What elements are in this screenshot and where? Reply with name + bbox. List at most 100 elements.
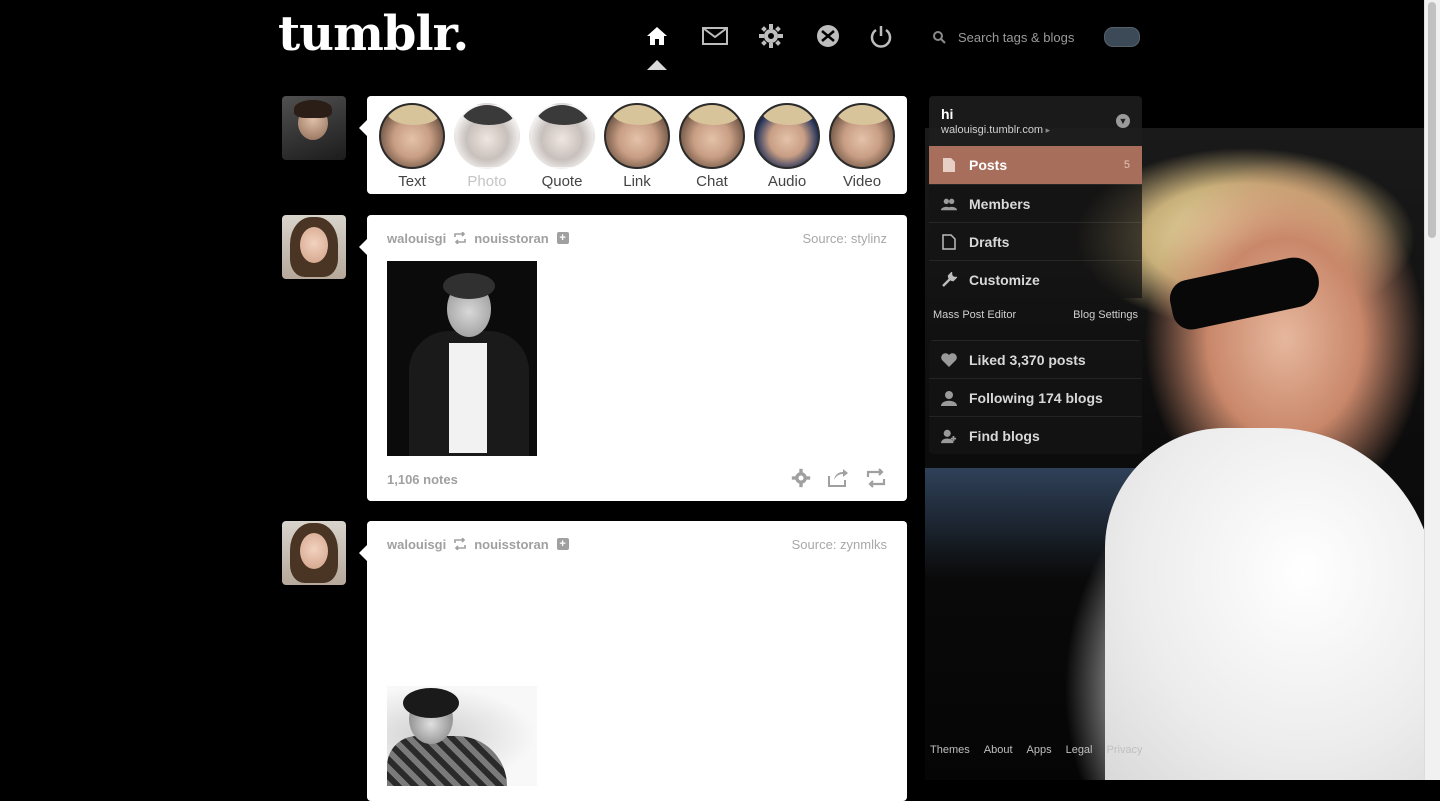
- follow-plus-icon[interactable]: +: [556, 538, 569, 550]
- active-nav-caret: [647, 60, 667, 70]
- sidebar-item-following[interactable]: Following 174 blogs: [929, 378, 1142, 416]
- post-settings-gear-icon[interactable]: [791, 468, 811, 491]
- footer-link-privacy[interactable]: Privacy: [1107, 744, 1143, 756]
- quote-type-icon: [529, 103, 595, 169]
- scrollbar-thumb[interactable]: [1428, 2, 1436, 238]
- post-type-label: Video: [842, 173, 882, 190]
- photo-figure-hair: [443, 273, 495, 299]
- footer-link-legal[interactable]: Legal: [1066, 744, 1093, 756]
- post-type-link[interactable]: Link: [602, 96, 672, 194]
- sidebar-item-drafts[interactable]: Drafts: [929, 222, 1142, 260]
- blog-name: hi: [941, 106, 954, 122]
- search-icon: [933, 31, 946, 44]
- post-type-video[interactable]: Video: [827, 96, 897, 194]
- post-type-label: Link: [623, 173, 651, 190]
- sidebar-item-customize[interactable]: Customize: [929, 260, 1142, 298]
- search-input[interactable]: [956, 28, 1110, 46]
- post-type-chat[interactable]: Chat: [677, 96, 747, 194]
- post-header: walouisgi nouisstoran + Source: stylinz: [387, 215, 887, 261]
- footer-link-apps[interactable]: Apps: [1027, 744, 1052, 756]
- share-icon[interactable]: [827, 468, 849, 491]
- footer-link-themes[interactable]: Themes: [930, 744, 970, 756]
- photo-figure-hair: [403, 688, 459, 718]
- account-links: Liked 3,370 posts Following 174 blogs Fi…: [929, 340, 1142, 454]
- post-photo[interactable]: [387, 261, 537, 456]
- post-type-text[interactable]: Text: [377, 96, 447, 194]
- sidebar-item-find-blogs[interactable]: Find blogs: [929, 416, 1142, 454]
- post-author-link[interactable]: walouisgi: [387, 537, 446, 552]
- photo-figure-body: [387, 736, 507, 786]
- post-type-label: Quote: [541, 173, 583, 190]
- post-type-label: Audio: [767, 173, 807, 190]
- post-type-photo[interactable]: Photo: [452, 96, 522, 194]
- post-type-quote[interactable]: Quote: [527, 96, 597, 194]
- chat-type-icon: [679, 103, 745, 169]
- document-icon: [941, 157, 957, 173]
- audio-type-icon: [754, 103, 820, 169]
- blog-settings-link[interactable]: Blog Settings: [1073, 309, 1138, 321]
- post-type-audio[interactable]: Audio: [752, 96, 822, 194]
- heart-icon: [941, 352, 957, 368]
- post-type-selector: Text Photo Quote Link Chat Audio Video: [359, 96, 907, 194]
- footer-link-about[interactable]: About: [984, 744, 1013, 756]
- text-type-icon: [379, 103, 445, 169]
- post-controls: [791, 467, 887, 491]
- wrench-icon: [941, 271, 957, 288]
- sidebar-item-members[interactable]: Members: [929, 184, 1142, 222]
- photo-figure-shirt: [449, 343, 487, 453]
- background-shirt: [1105, 428, 1425, 780]
- post-source-link[interactable]: Source: zynmlks: [792, 537, 887, 552]
- post-author-link[interactable]: walouisgi: [387, 231, 446, 246]
- chevron-down-icon[interactable]: ▼: [1116, 114, 1130, 128]
- settings-gear-icon[interactable]: [757, 22, 785, 50]
- logout-power-icon[interactable]: [867, 22, 895, 50]
- blog-header[interactable]: hi walouisgi.tumblr.com ▼: [929, 96, 1142, 146]
- post-card: walouisgi nouisstoran + Source: stylinz …: [359, 215, 907, 501]
- post-photo[interactable]: [387, 686, 537, 786]
- add-person-icon: [941, 428, 957, 444]
- members-icon: [941, 196, 957, 212]
- draft-document-icon: [941, 233, 957, 250]
- sidebar-item-label: Posts: [969, 157, 1008, 173]
- post-type-label: Text: [398, 173, 426, 190]
- mass-post-editor-link[interactable]: Mass Post Editor: [933, 309, 1016, 321]
- xkit-icon[interactable]: [814, 22, 842, 50]
- tumblr-logo[interactable]: tumblr.: [278, 6, 469, 62]
- background-sunglasses: [1166, 252, 1324, 334]
- user-avatar[interactable]: [282, 96, 346, 160]
- footer-links: Themes About Apps Legal Privacy: [930, 744, 1143, 756]
- sidebar-item-label: Customize: [969, 271, 1040, 288]
- post-type-label: Photo: [467, 173, 507, 190]
- reblog-icon[interactable]: [865, 467, 887, 491]
- inbox-icon[interactable]: [701, 22, 729, 50]
- post-card: walouisgi nouisstoran + Source: zynmlks: [359, 521, 907, 801]
- sidebar-item-posts[interactable]: Posts 5: [929, 146, 1142, 184]
- person-icon: [941, 390, 957, 406]
- search-bar[interactable]: [932, 26, 1110, 48]
- theme-toggle[interactable]: [1104, 27, 1140, 47]
- reblogged-from-link[interactable]: nouisstoran: [474, 231, 548, 246]
- sidebar: hi walouisgi.tumblr.com ▼ Posts 5 Member…: [929, 96, 1142, 454]
- sidebar-item-label: Members: [969, 195, 1031, 212]
- post-footer: 1,106 notes: [387, 457, 887, 501]
- post-type-label: Chat: [696, 173, 728, 190]
- follow-plus-icon[interactable]: +: [556, 232, 569, 244]
- reblog-small-icon: [453, 538, 467, 550]
- sidebar-item-label: Following 174 blogs: [969, 389, 1103, 406]
- reblog-small-icon: [453, 232, 467, 244]
- sidebar-item-label: Drafts: [969, 233, 1010, 250]
- post-avatar[interactable]: [282, 521, 346, 585]
- blog-url[interactable]: walouisgi.tumblr.com: [941, 124, 1130, 136]
- sidebar-item-label: Find blogs: [969, 427, 1040, 444]
- reblogged-from-link[interactable]: nouisstoran: [474, 537, 548, 552]
- home-icon[interactable]: [643, 22, 671, 50]
- page-scrollbar[interactable]: [1424, 0, 1440, 780]
- link-type-icon: [604, 103, 670, 169]
- post-header: walouisgi nouisstoran + Source: zynmlks: [387, 521, 887, 567]
- sidebar-item-liked[interactable]: Liked 3,370 posts: [929, 340, 1142, 378]
- video-type-icon: [829, 103, 895, 169]
- blog-tools-links: Mass Post Editor Blog Settings: [929, 298, 1142, 332]
- post-source-link[interactable]: Source: stylinz: [802, 231, 887, 246]
- notes-count[interactable]: 1,106 notes: [387, 472, 458, 487]
- post-avatar[interactable]: [282, 215, 346, 279]
